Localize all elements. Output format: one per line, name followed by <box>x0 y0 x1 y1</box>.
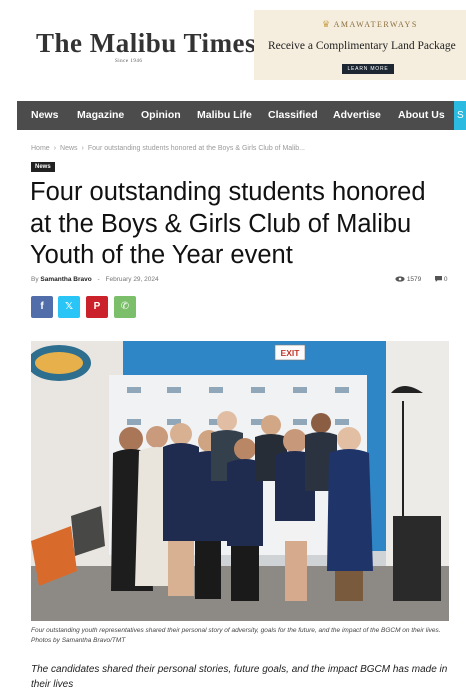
article-lead: The candidates shared their personal sto… <box>31 664 448 690</box>
breadcrumb-news[interactable]: News <box>60 145 78 152</box>
views-value: 1579 <box>406 276 422 283</box>
share-facebook-button[interactable]: f <box>31 296 53 318</box>
publish-date: February 29, 2024 <box>105 276 159 283</box>
meta-separator: - <box>97 276 100 283</box>
nav-item-about-us[interactable]: About Us <box>398 101 445 130</box>
advertisement-banner[interactable]: ♛ AMAWATERWAYS Receive a Complimentary La… <box>254 10 466 80</box>
crown-icon: ♛ <box>322 19 332 29</box>
breadcrumb-separator: › <box>81 145 84 152</box>
exit-sign-text: EXIT <box>281 348 301 358</box>
comments-value: 0 <box>443 276 448 283</box>
main-navigation: News Magazine Opinion Malibu Life Classi… <box>17 101 466 130</box>
ad-brand: ♛ AMAWATERWAYS <box>322 19 418 30</box>
photo-caption: Four outstanding youth representatives s… <box>31 627 441 644</box>
nav-item-opinion[interactable]: Opinion <box>141 101 181 130</box>
search-button[interactable]: S <box>454 101 466 130</box>
group-photo-icon: EXIT <box>31 341 449 621</box>
category-tag[interactable]: News <box>31 162 55 172</box>
breadcrumb: Home › News › Four outstanding students hono… <box>31 145 305 152</box>
article-photo[interactable]: EXIT <box>31 341 449 621</box>
share-twitter-button[interactable]: 𝕏 <box>58 296 80 318</box>
site-header: The Malibu Times Since 1946 ♛ AMAWATERWAY… <box>0 0 466 100</box>
logo-tagline: Since 1946 <box>115 59 143 64</box>
views-count: 1579 <box>395 276 421 283</box>
article-title: Four outstanding students honored at the… <box>30 178 426 269</box>
nav-item-classified[interactable]: Classified <box>268 101 318 130</box>
nav-item-magazine[interactable]: Magazine <box>77 101 124 130</box>
share-pinterest-button[interactable]: P <box>86 296 108 318</box>
twitter-x-icon: 𝕏 <box>64 301 74 312</box>
eye-icon <box>395 276 405 282</box>
comments-count[interactable]: 0 <box>435 276 447 283</box>
author-link[interactable]: Samantha Bravo <box>40 276 91 283</box>
ad-learn-more-button[interactable]: LEARN MORE <box>342 64 394 74</box>
nav-item-malibu-life[interactable]: Malibu Life <box>197 101 252 130</box>
ad-brand-label: AMAWATERWAYS <box>333 20 418 29</box>
ad-headline: Receive a Complimentary Land Package <box>268 40 456 52</box>
pinterest-icon: P <box>93 301 101 312</box>
facebook-icon: f <box>40 301 44 312</box>
share-whatsapp-button[interactable]: ✆ <box>114 296 136 318</box>
breadcrumb-home[interactable]: Home <box>31 145 50 152</box>
breadcrumb-separator: › <box>53 145 57 152</box>
author-prefix: By <box>31 276 39 283</box>
article-meta: By Samantha Bravo - February 29, 2024 <box>31 276 159 283</box>
nav-item-advertise[interactable]: Advertise <box>333 101 381 130</box>
breadcrumb-current: Four outstanding students honored at the… <box>87 145 306 152</box>
comment-icon <box>435 276 442 283</box>
whatsapp-icon: ✆ <box>120 301 130 312</box>
site-logo[interactable]: The Malibu Times <box>36 28 256 59</box>
nav-item-news[interactable]: News <box>31 101 58 130</box>
